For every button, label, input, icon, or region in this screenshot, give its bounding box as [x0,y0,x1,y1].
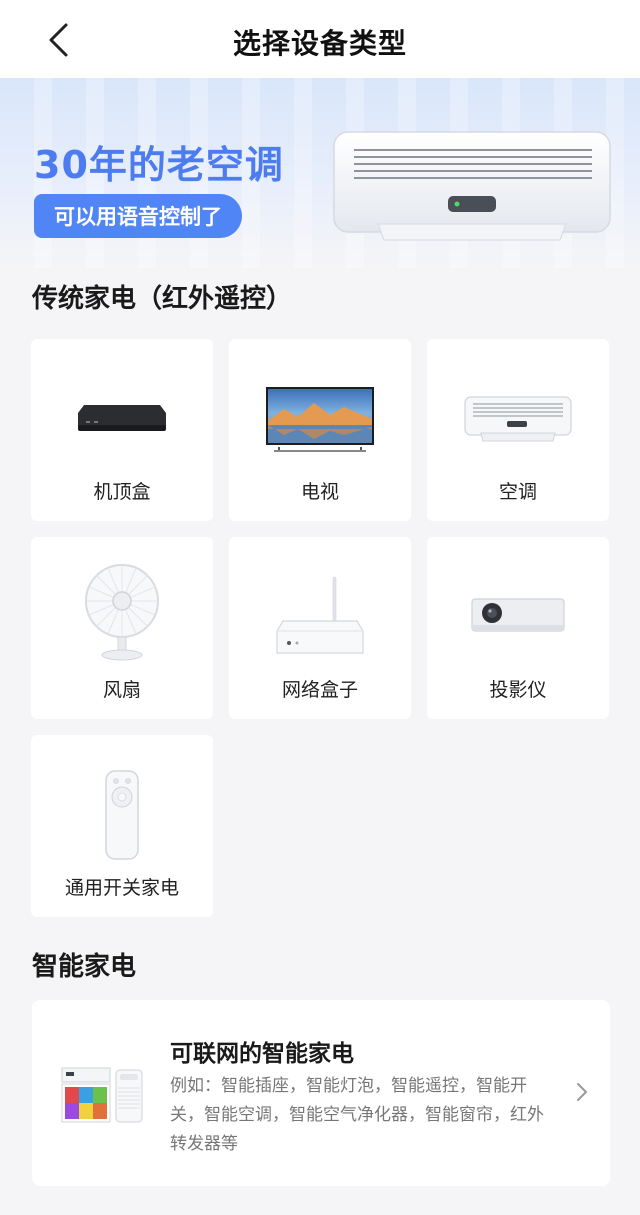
projector-icon [471,598,565,632]
section-title-traditional: 传统家电（红外遥控） [32,284,293,314]
section-title-smart: 智能家电 [32,952,137,982]
remote-control-icon [105,770,139,860]
device-card-projector[interactable]: 投影仪 [427,537,609,719]
device-label: 投影仪 [489,679,547,701]
device-card-air-conditioner[interactable]: 空调 [427,339,609,521]
smart-card-description: 例如：智能插座，智能灯泡，智能遥控，智能开关，智能空调，智能空气净化器，智能窗帘… [170,1076,544,1154]
device-card-universal-switch[interactable]: 通用开关家电 [31,735,213,917]
page-title: 选择设备类型 [232,27,407,60]
device-card-tv[interactable]: 电视 [229,339,411,521]
device-label: 机顶盒 [93,481,151,503]
top-bar: 选择设备类型 [0,0,640,78]
device-label: 电视 [300,481,339,503]
air-conditioner-illustration [333,131,611,241]
air-conditioner-icon [464,396,572,442]
banner-title: 30年的老空调 [34,143,284,187]
chevron-right-icon [577,1083,587,1101]
device-label: 风扇 [102,679,141,701]
smart-appliances-illustration [61,1067,143,1123]
device-card-network-box[interactable]: 网络盒子 [229,537,411,719]
smart-appliance-card[interactable]: 可联网的智能家电 例如：智能插座，智能灯泡，智能遥控，智能开关，智能空调，智能空… [32,1000,610,1186]
device-label: 空调 [498,481,537,503]
promo-banner[interactable]: 30年的老空调 可以用语音控制了 [0,78,640,268]
banner-pill: 可以用语音控制了 [34,194,242,238]
smart-card-title: 可联网的智能家电 [170,1041,354,1067]
device-card-fan[interactable]: 风扇 [31,537,213,719]
set-top-box-icon [78,405,166,431]
fan-icon [85,564,159,661]
device-label: 网络盒子 [281,679,358,701]
device-label: 通用开关家电 [64,877,179,899]
device-card-set-top-box[interactable]: 机顶盒 [31,339,213,521]
network-box-icon [276,576,364,654]
tv-icon [266,387,374,452]
